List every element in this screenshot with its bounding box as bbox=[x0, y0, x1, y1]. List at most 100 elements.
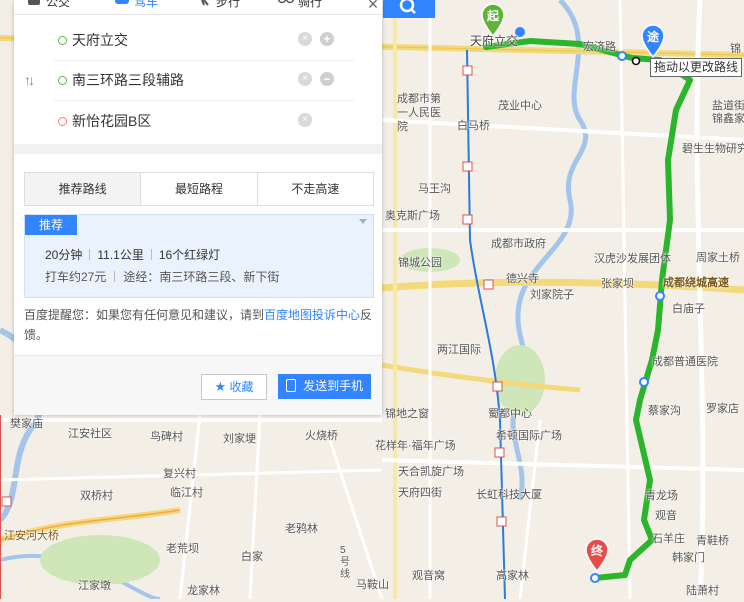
start-dot-icon bbox=[58, 36, 67, 45]
map-label: 石羊庄 bbox=[652, 533, 685, 545]
map-label: 鸟碑村 bbox=[150, 431, 183, 443]
map-label: 樊家庙 bbox=[10, 418, 43, 430]
map-label: 龙家林 bbox=[187, 585, 220, 597]
map-label: 火烧桥 bbox=[305, 430, 338, 442]
clear-via-icon[interactable]: × bbox=[298, 72, 312, 86]
map-label: 锦城公园 bbox=[398, 257, 442, 269]
start-input[interactable]: 天府立交 × + bbox=[54, 20, 354, 61]
map-label: 陆萧村 bbox=[686, 585, 719, 597]
map-label: 双桥村 bbox=[80, 490, 113, 502]
map-label: 成都市政府 bbox=[491, 238, 546, 250]
map-label: 复兴村 bbox=[163, 468, 196, 480]
map-label: 德兴寺 bbox=[506, 273, 539, 285]
tab-shortest[interactable]: 最短路程 bbox=[140, 173, 257, 205]
end-input-text: 新怡花园B区 bbox=[72, 113, 152, 129]
route-plan-card[interactable]: 推荐 20分钟 11.1公里 16个红绿灯 打车约27元 途经：南三环路三段、新下街 bbox=[24, 214, 374, 298]
star-icon: ★ bbox=[214, 379, 227, 394]
send-to-phone-button[interactable]: 发送到手机 bbox=[278, 374, 371, 399]
via-pin[interactable]: 途 bbox=[640, 24, 666, 59]
add-via-icon[interactable]: + bbox=[320, 32, 334, 46]
mode-car-label: 驾车 bbox=[134, 0, 159, 9]
via-dot-icon bbox=[58, 76, 67, 85]
map-label: 观音窝 bbox=[412, 570, 445, 582]
map-label: 成都市第一人民医院 bbox=[397, 93, 441, 133]
mode-bus-label: 公交 bbox=[46, 0, 71, 9]
mode-bike[interactable]: 骑行 bbox=[278, 0, 322, 12]
plan-distance: 11.1公里 bbox=[97, 248, 144, 262]
mode-bike-label: 骑行 bbox=[298, 0, 323, 9]
search-button[interactable] bbox=[383, 0, 435, 18]
map-label: 江家墩 bbox=[78, 580, 111, 592]
mode-walk-label: 步行 bbox=[216, 0, 241, 9]
map-label: 白家 bbox=[241, 551, 263, 563]
complaint-center-link[interactable]: 百度地图投诉中心 bbox=[264, 308, 360, 322]
map-label: 锦 bbox=[730, 43, 741, 55]
feedback-tip: 百度提醒您：如果您有任何意见和建议，请到百度地图投诉中心反馈。 bbox=[24, 305, 374, 345]
clear-end-icon[interactable]: × bbox=[298, 113, 312, 127]
plan-taxi: 打车约27元 bbox=[45, 270, 107, 284]
map-label: 马王沟 bbox=[418, 183, 451, 195]
via-input[interactable]: 南三环路三段辅路 × − bbox=[54, 60, 354, 101]
via-pin-label: 途 bbox=[646, 30, 659, 44]
map-label: 长虹科技大厦 bbox=[476, 489, 542, 501]
tab-recommended[interactable]: 推荐路线 bbox=[25, 173, 141, 205]
end-pin-label: 终 bbox=[590, 544, 603, 558]
map-label: 蜀都中心 bbox=[488, 408, 532, 420]
map-label: 花样年·福年广场 bbox=[375, 440, 456, 452]
plan-detail: 打车约27元 途经：南三环路三段、新下街 bbox=[45, 268, 279, 285]
map-label: 锦地之窗 bbox=[385, 408, 429, 420]
plan-lights: 16个红绿灯 bbox=[158, 248, 221, 262]
map-label: 周家土桥 bbox=[696, 252, 740, 264]
map-label: 老鸦林 bbox=[285, 523, 318, 535]
map-label: 刘家院子 bbox=[530, 289, 574, 301]
tab-no-highway[interactable]: 不走高速 bbox=[256, 173, 373, 205]
map-label: 碧生生物研究 bbox=[682, 143, 744, 155]
map-label: 刘家埂 bbox=[223, 433, 256, 445]
mode-car[interactable]: 驾车 bbox=[114, 0, 158, 12]
map-label: 青龙场 bbox=[645, 490, 678, 502]
mode-bus[interactable]: 公交 bbox=[26, 0, 70, 12]
via-input-text: 南三环路三段辅路 bbox=[72, 72, 184, 88]
drag-tooltip: 拖动以更改路线 bbox=[650, 58, 743, 77]
map-label: 老荒坝 bbox=[166, 543, 199, 555]
map-label: 宏济路 bbox=[583, 41, 616, 53]
start-pin[interactable]: 起 bbox=[480, 3, 506, 38]
end-dot-icon bbox=[58, 117, 67, 126]
clear-start-icon[interactable]: × bbox=[298, 32, 312, 46]
route-option-tabs: 推荐路线 最短路程 不走高速 bbox=[24, 172, 374, 206]
travel-mode-tabs: 公交 驾车 步行 骑行 × bbox=[14, 0, 382, 15]
map-label: 罗家店 bbox=[706, 403, 739, 415]
mode-walk[interactable]: 步行 bbox=[196, 0, 240, 12]
map-label: 成都普通医院 bbox=[652, 356, 718, 368]
map-label: 韩家门 bbox=[672, 552, 705, 564]
bike-icon bbox=[278, 0, 294, 4]
map-label: 茂业中心 bbox=[498, 100, 542, 112]
start-pin-label: 起 bbox=[486, 9, 499, 23]
map-label: 江安社区 bbox=[68, 428, 112, 440]
map-label: 高家林 bbox=[496, 570, 529, 582]
plan-via: 途经：南三环路三段、新下街 bbox=[123, 270, 280, 284]
car-icon bbox=[115, 0, 129, 4]
close-icon[interactable]: × bbox=[362, 0, 382, 14]
map-label: 成都绕城高速 bbox=[663, 277, 729, 289]
map-label: 蔡家沟 bbox=[648, 405, 681, 417]
plan-time: 20分钟 bbox=[45, 248, 83, 262]
remove-via-icon[interactable]: − bbox=[320, 72, 334, 86]
map-label: 张家坝 bbox=[601, 278, 634, 290]
phone-icon bbox=[285, 379, 296, 392]
end-pin[interactable]: 终 bbox=[584, 538, 610, 573]
map-label: 希顿国际广场 bbox=[496, 430, 562, 442]
map-label: 奥克斯广场 bbox=[385, 210, 440, 222]
map-label: 两江国际 bbox=[437, 344, 481, 356]
route-panel: 公交 驾车 步行 骑行 × 天府立交 × + ↑↓ 南三环路三段辅路 × − 新… bbox=[14, 0, 382, 415]
search-icon bbox=[399, 0, 416, 14]
send-label: 发送到手机 bbox=[303, 379, 364, 393]
favorite-label: 收藏 bbox=[229, 380, 254, 394]
end-input[interactable]: 新怡花园B区 × bbox=[54, 101, 354, 141]
map-label: 临江村 bbox=[170, 487, 203, 499]
chevron-down-icon[interactable] bbox=[359, 219, 367, 224]
favorite-button[interactable]: ★ 收藏 bbox=[201, 374, 267, 400]
map-label: 江安河大桥 bbox=[4, 530, 59, 542]
swap-icon[interactable]: ↑↓ bbox=[24, 72, 35, 88]
map-label: 汉虎沙发展团体 bbox=[594, 253, 671, 265]
